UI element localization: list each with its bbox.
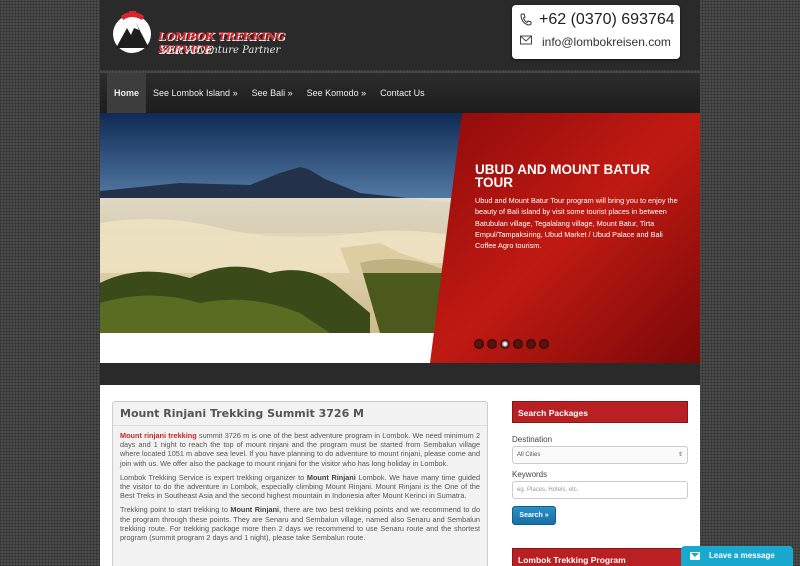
article-bold-text: Mount Rinjani [230,505,280,515]
site-logo[interactable]: LOMBOK TREKKING SERVICE Your Adventure P… [112,8,302,58]
main-content: Mount Rinjani Trekking Summit 3726 M Mou… [100,385,700,566]
destination-select[interactable]: All Cities ⇕ [512,446,688,464]
phone-number[interactable]: +62 (0370) 693764 [539,11,675,29]
site-header: LOMBOK TREKKING SERVICE Your Adventure P… [100,0,700,70]
contact-box: +62 (0370) 693764 info@lombokreisen.com [512,5,680,59]
nav-item-home[interactable]: Home [107,73,147,113]
nav-item-see-komodo[interactable]: See Komodo » [300,73,374,113]
envelope-icon [690,552,700,560]
search-heading: Search Packages [512,401,688,423]
divider-band [100,363,700,385]
article-box: Mount Rinjani Trekking Summit 3726 M Mou… [112,401,488,566]
rinjani-trekking-link[interactable]: Mount rinjani trekking [120,431,197,440]
phone-icon [520,13,536,27]
select-arrows-icon: ⇕ [677,452,683,458]
slider-dot[interactable] [526,339,536,349]
slider-dot[interactable] [539,339,549,349]
search-button[interactable]: Search » [512,506,556,525]
slider-dot[interactable] [474,339,484,349]
slide-title: UBUD AND MOUNT BATUR TOUR [475,162,650,190]
slider-dot-active[interactable] [500,339,510,349]
envelope-icon [520,35,536,49]
nav-item-see-lombok-island[interactable]: See Lombok Island » [146,73,245,113]
keywords-label: Keywords [512,470,548,479]
nav-item-contact-us[interactable]: Contact Us [373,73,432,113]
email-row: info@lombokreisen.com [520,35,671,49]
chat-label: Leave a message [709,551,775,560]
page-wrapper: LOMBOK TREKKING SERVICE Your Adventure P… [100,0,700,566]
slider-dot[interactable] [513,339,523,349]
slide-description: Ubud and Mount Batur Tour program will b… [475,196,678,251]
brand-tagline: Your Adventure Partner [160,45,281,56]
destination-label: Destination [512,435,553,444]
mountain-logo-icon [113,11,151,53]
article-paragraph: Trekking point to start trekking to Moun… [113,505,487,542]
article-paragraph: Lombok Trekking Service is expert trekki… [113,473,487,501]
article-paragraph: Mount rinjani trekking summit 3726 m is … [113,431,487,468]
slider-dot[interactable] [487,339,497,349]
leave-message-button[interactable]: Leave a message [681,546,793,566]
destination-value: All Cities [517,452,541,458]
search-widget: Search Packages Destination All Cities ⇕… [512,401,688,525]
keywords-input[interactable]: eg. Places, Hotels, etc. [512,481,688,499]
main-nav: Home See Lombok Island » See Bali » See … [100,73,700,113]
phone-row: +62 (0370) 693764 [520,11,675,29]
article-bold-text: Mount Rinjani [306,472,356,482]
article-title: Mount Rinjani Trekking Summit 3726 M [113,402,487,426]
article-text: Lombok Trekking Service is expert trekki… [120,472,307,482]
nav-item-see-bali[interactable]: See Bali » [245,73,300,113]
hero-slider[interactable]: UBUD AND MOUNT BATUR TOUR Ubud and Mount… [100,113,700,363]
article-text: Trekking point to start trekking to [120,505,231,515]
email-link[interactable]: info@lombokreisen.com [542,35,671,49]
trekking-program-heading: Lombok Trekking Program [512,548,688,566]
slider-pagination [474,339,549,349]
